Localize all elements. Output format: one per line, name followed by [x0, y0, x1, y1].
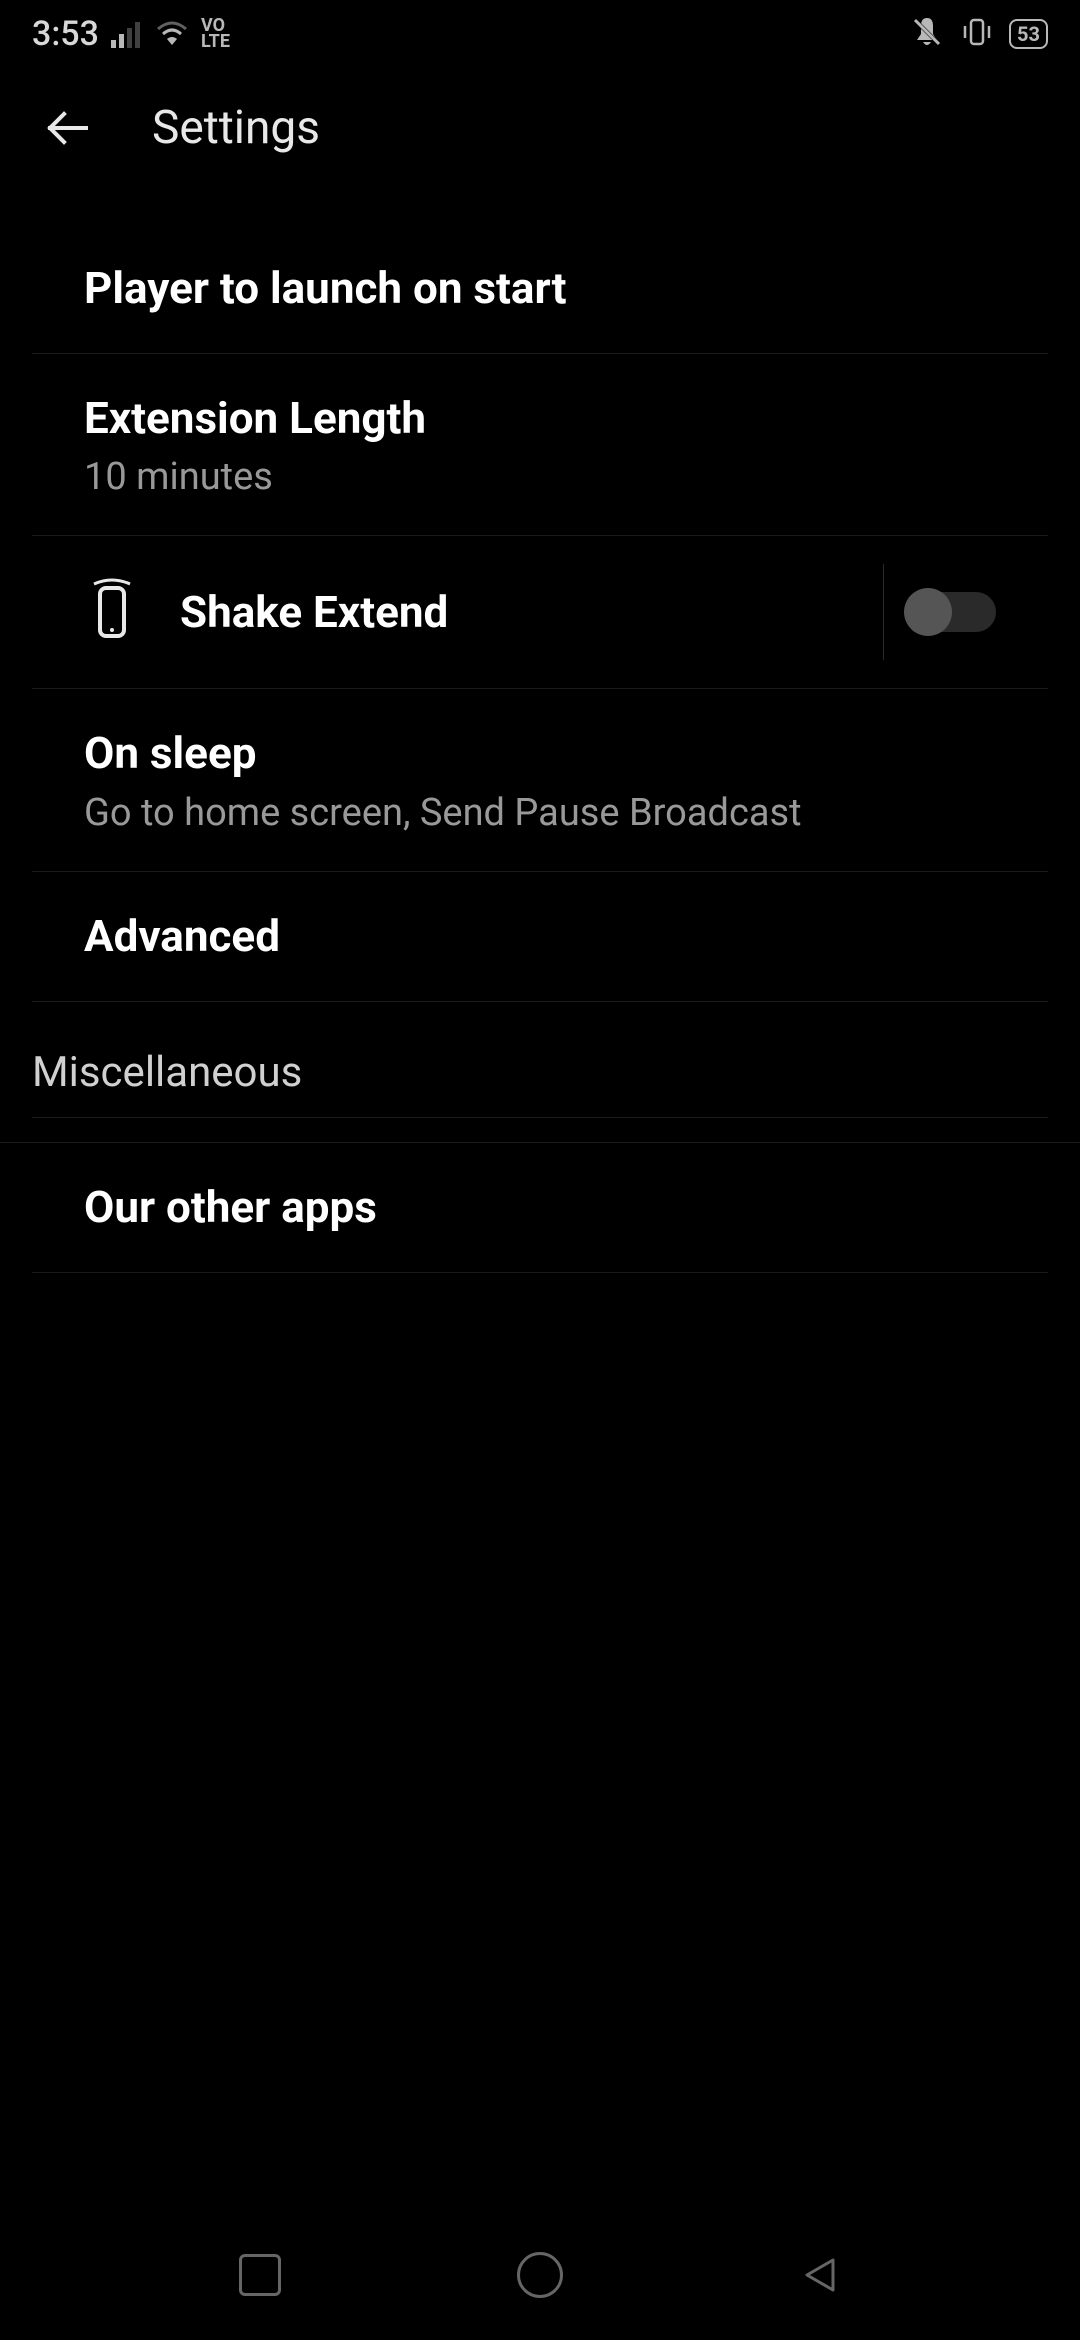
setting-title: Our other apps — [84, 1179, 996, 1236]
toggle-thumb — [904, 588, 952, 636]
volte-icon: VO LTE — [201, 18, 230, 50]
setting-advanced[interactable]: Advanced — [32, 872, 1048, 1002]
setting-title: Extension Length — [84, 390, 996, 447]
square-icon — [239, 2254, 281, 2296]
circle-icon — [517, 2252, 563, 2298]
app-bar: Settings — [0, 68, 1080, 188]
setting-extension-length[interactable]: Extension Length 10 minutes — [32, 354, 1048, 536]
settings-list: Player to launch on start Extension Leng… — [0, 188, 1080, 1273]
setting-title: Advanced — [84, 908, 996, 965]
mute-icon — [909, 14, 945, 54]
status-right: 53 — [909, 14, 1048, 54]
setting-title: Shake Extend — [180, 586, 448, 638]
divider — [883, 564, 884, 660]
status-bar: 3:53 VO LTE — [0, 0, 1080, 68]
setting-title: On sleep — [84, 725, 996, 782]
battery-icon: 53 — [1009, 19, 1048, 49]
back-button[interactable] — [40, 100, 96, 156]
setting-on-sleep[interactable]: On sleep Go to home screen, Send Pause B… — [32, 689, 1048, 871]
section-header-misc: Miscellaneous — [0, 1002, 1080, 1143]
setting-shake-extend[interactable]: Shake Extend — [32, 536, 1048, 689]
arrow-left-icon — [42, 102, 94, 154]
triangle-left-icon — [797, 2252, 843, 2298]
wifi-icon — [155, 21, 189, 47]
status-time: 3:53 — [32, 14, 99, 54]
setting-other-apps[interactable]: Our other apps — [32, 1143, 1048, 1273]
setting-title: Player to launch on start — [84, 260, 996, 317]
nav-back-button[interactable] — [792, 2247, 848, 2303]
status-left: 3:53 VO LTE — [32, 14, 230, 54]
setting-value: 10 minutes — [84, 455, 996, 499]
setting-player-launch[interactable]: Player to launch on start — [32, 224, 1048, 354]
navigation-bar — [0, 2210, 1080, 2340]
nav-recent-button[interactable] — [232, 2247, 288, 2303]
phone-shake-icon — [84, 576, 140, 648]
signal-icon — [111, 20, 143, 48]
vibrate-icon — [959, 16, 995, 52]
setting-value: Go to home screen, Send Pause Broadcast — [84, 791, 996, 835]
nav-home-button[interactable] — [512, 2247, 568, 2303]
shake-extend-toggle[interactable] — [908, 592, 996, 632]
page-title: Settings — [152, 101, 320, 155]
